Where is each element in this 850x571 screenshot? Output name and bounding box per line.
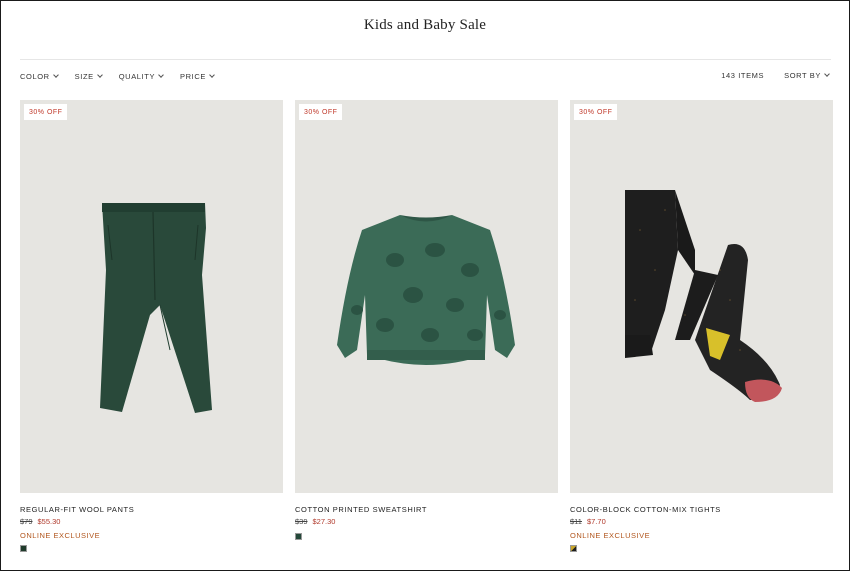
product-grid: 30% OFF REGULAR-FIT WOOL PANTS $79 $55.3… [20, 100, 833, 552]
product-image[interactable]: 30% OFF [20, 100, 283, 493]
color-swatch[interactable] [570, 545, 577, 552]
product-image[interactable]: 30% OFF [295, 100, 558, 493]
price-row: $39 $27.30 [295, 517, 558, 526]
filter-price[interactable]: PRICE [180, 72, 215, 81]
original-price: $39 [295, 517, 308, 526]
sort-label: SORT BY [784, 71, 821, 80]
sale-price: $55.30 [37, 517, 61, 526]
price-row: $11 $7.70 [570, 517, 833, 526]
sale-price: $27.30 [312, 517, 336, 526]
chevron-down-icon [158, 72, 164, 78]
online-exclusive-tag: ONLINE EXCLUSIVE [570, 531, 651, 540]
product-name[interactable]: COLOR-BLOCK COTTON-MIX TIGHTS [570, 505, 833, 514]
pants-image [100, 203, 212, 413]
product-card[interactable]: 30% OFF REGULAR-FIT WOOL PANTS $79 $55.3… [20, 100, 283, 552]
sort-dropdown[interactable]: SORT BY [784, 71, 830, 80]
product-card[interactable]: 30% OFF COTTON PRINTED SWEATSHIRT $39 $2… [295, 100, 558, 552]
color-swatch[interactable] [295, 533, 302, 540]
discount-badge: 30% OFF [24, 104, 68, 120]
sweatshirt-image [337, 215, 515, 365]
chevron-down-icon [96, 72, 103, 78]
discount-badge: 30% OFF [574, 104, 618, 120]
chevron-down-icon [52, 72, 59, 78]
filter-color[interactable]: COLOR [20, 72, 59, 81]
chevron-down-icon [824, 71, 830, 77]
chevron-down-icon [209, 72, 215, 78]
results-toolbar: 143 ITEMS SORT BY [721, 71, 830, 80]
original-price: $79 [20, 517, 33, 526]
filter-label: QUALITY [118, 72, 156, 81]
online-exclusive-tag: ONLINE EXCLUSIVE [20, 531, 101, 540]
product-image[interactable]: 30% OFF [570, 100, 833, 493]
item-count: 143 ITEMS [721, 71, 765, 80]
original-price: $11 [570, 517, 582, 526]
filter-label: SIZE [74, 72, 94, 81]
price-row: $79 $55.30 [20, 517, 283, 526]
page-title: Kids and Baby Sale [363, 17, 487, 33]
sale-price: $7.70 [586, 517, 606, 526]
product-card[interactable]: 30% OFF COLOR-BLOCK COTTON-MIX TIGHTS $1… [570, 100, 833, 552]
product-name[interactable]: COTTON PRINTED SWEATSHIRT [295, 505, 558, 514]
filter-quality[interactable]: QUALITY [118, 72, 164, 81]
filter-bar: COLOR SIZE QUALITY PRICE [20, 72, 215, 81]
filter-size[interactable]: SIZE [74, 72, 103, 81]
color-swatch[interactable] [20, 545, 27, 552]
product-name[interactable]: REGULAR-FIT WOOL PANTS [20, 505, 283, 514]
discount-badge: 30% OFF [299, 104, 343, 120]
tights-image [625, 190, 782, 402]
header-divider [20, 59, 831, 60]
filter-label: COLOR [20, 72, 50, 81]
filter-label: PRICE [180, 72, 206, 81]
